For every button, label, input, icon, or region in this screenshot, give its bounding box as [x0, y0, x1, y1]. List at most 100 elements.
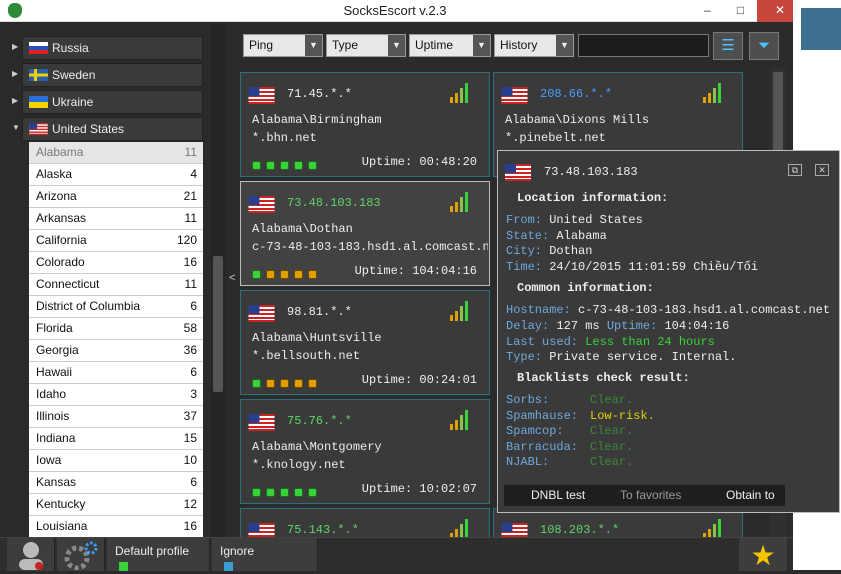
tree-scrollbar[interactable]	[211, 24, 225, 537]
state-item[interactable]: Arizona 21	[29, 186, 203, 208]
popup-ip[interactable]: 73.48.103.183	[544, 165, 638, 179]
state-name: Connecticut	[36, 277, 100, 291]
state-item[interactable]: Kentucky 12	[29, 494, 203, 516]
obtain-to-button[interactable]: Obtain to	[726, 485, 775, 506]
proxy-uptime: Uptime: 00:48:20	[361, 155, 477, 169]
status-indicator	[266, 270, 275, 279]
proxy-card[interactable]: 98.81.*.* Alabama\Huntsville *.bellsouth.n…	[240, 290, 490, 395]
status-indicator	[308, 379, 317, 388]
proxy-uptime: Uptime: 10:02:07	[361, 482, 477, 496]
location-header: Location information:	[517, 191, 669, 205]
expand-arrow-icon[interactable]: ▼	[12, 123, 20, 132]
state-name: Idaho	[36, 387, 67, 401]
proxy-location: Alabama\Dothan	[252, 222, 353, 236]
status-indicator	[252, 379, 261, 388]
state-item[interactable]: Georgia 36	[29, 340, 203, 362]
maximize-button[interactable]: □	[724, 0, 757, 22]
proxy-host: *.knology.net	[252, 458, 346, 472]
state-item[interactable]: Hawaii 6	[29, 362, 203, 384]
state-count: 16	[183, 519, 197, 533]
proxy-ip: 98.81.*.*	[287, 305, 352, 319]
list-view-button[interactable]: ☰	[713, 32, 743, 60]
type-filter-dropdown[interactable]: Type ▼	[326, 34, 406, 57]
blacklist-result: Clear.	[590, 455, 634, 469]
search-input[interactable]	[578, 34, 709, 57]
us-flag-icon	[248, 196, 275, 213]
country-item[interactable]: Sweden	[22, 63, 203, 87]
uptime-filter-dropdown[interactable]: Uptime ▼	[409, 34, 491, 57]
ping-filter-dropdown[interactable]: Ping ▼	[243, 34, 323, 57]
minimize-button[interactable]: –	[691, 0, 724, 22]
proxy-card[interactable]: 71.45.*.* Alabama\Birmingham *.bhn.net Upti…	[240, 72, 490, 177]
state-item[interactable]: Iowa 10	[29, 450, 203, 472]
country-item[interactable]: Ukraine	[22, 90, 203, 114]
filter-button[interactable]: ⏷	[749, 32, 779, 60]
state-item[interactable]: Indiana 15	[29, 428, 203, 450]
state-item[interactable]: Alaska 4	[29, 164, 203, 186]
to-favorites-button[interactable]: To favorites	[620, 485, 681, 506]
state-item[interactable]: Kansas 6	[29, 472, 203, 494]
status-indicator	[280, 379, 289, 388]
status-indicator	[280, 270, 289, 279]
state-item[interactable]: Colorado 16	[29, 252, 203, 274]
proxy-ip: 71.45.*.*	[287, 87, 352, 101]
dnbl-test-button[interactable]: DNBL test	[531, 485, 585, 506]
state-item[interactable]: Illinois 37	[29, 406, 203, 428]
status-indicator	[294, 270, 303, 279]
state-name: Kansas	[36, 475, 77, 489]
default-profile-section[interactable]: Default profile	[107, 538, 210, 571]
ignore-section[interactable]: Ignore	[212, 538, 318, 571]
state-name: Arizona	[36, 189, 77, 203]
expand-arrow-icon[interactable]: ▶	[12, 96, 18, 105]
close-icon[interactable]: ✕	[815, 164, 829, 176]
signal-strength-icon	[703, 519, 722, 537]
state-item[interactable]: California 120	[29, 230, 203, 252]
state-count: 10	[183, 453, 197, 467]
state-count: 12	[183, 497, 197, 511]
proxy-host: c-73-48-103-183.hsd1.al.comcast.net	[252, 240, 488, 254]
state-item[interactable]: Connecticut 11	[29, 274, 203, 296]
us-flag-icon	[248, 305, 275, 322]
us-flag-icon	[505, 164, 531, 181]
settings-gear-icon	[64, 541, 98, 570]
status-indicators	[252, 157, 322, 175]
favorites-star-button[interactable]: ★	[739, 538, 787, 571]
cards-scroll-thumb[interactable]	[773, 72, 783, 152]
blacklist-result: Clear.	[590, 424, 634, 438]
time-value: 24/10/2015 11:01:59 Chiều/Tối	[549, 260, 759, 274]
history-filter-dropdown[interactable]: History ▼	[494, 34, 574, 57]
state-item[interactable]: Florida 58	[29, 318, 203, 340]
status-indicator	[252, 270, 261, 279]
collapse-panel-arrow[interactable]: <	[229, 272, 235, 284]
country-item[interactable]: United States	[22, 117, 203, 141]
settings-button[interactable]	[57, 538, 105, 571]
state-item[interactable]: Arkansas 11	[29, 208, 203, 230]
us-flag-icon	[248, 523, 275, 537]
funnel-filter-icon: ⏷	[757, 37, 770, 54]
status-indicator	[280, 488, 289, 497]
panel-splitter[interactable]: <	[228, 22, 238, 537]
user-button[interactable]	[7, 538, 55, 571]
status-indicators	[252, 484, 322, 502]
state-count: 15	[183, 431, 197, 445]
proxy-card[interactable]: 73.48.103.183 Alabama\Dothan c-73-48-103-1…	[240, 181, 490, 286]
proxy-location: Alabama\Huntsville	[252, 331, 382, 345]
proxy-card[interactable]: 75.76.*.* Alabama\Montgomery *.knology.net…	[240, 399, 490, 504]
blacklist-result: Clear.	[590, 439, 634, 454]
state-count: 58	[183, 321, 197, 335]
proxy-ip: 108.203.*.*	[540, 523, 620, 537]
copy-icon[interactable]: ⧉	[788, 164, 802, 176]
country-item[interactable]: Russia	[22, 36, 203, 60]
state-item[interactable]: Idaho 3	[29, 384, 203, 406]
state-item[interactable]: Alabama 11	[29, 142, 203, 164]
blacklist-name: Spamhause:	[506, 408, 579, 423]
state-item[interactable]: Louisiana 16	[29, 516, 203, 538]
proxy-card[interactable]: 75.143.*.*	[240, 508, 490, 537]
blacklist-name: Barracuda:	[506, 439, 579, 454]
chevron-down-icon: ▼	[305, 35, 322, 56]
tree-scroll-thumb[interactable]	[213, 256, 223, 392]
expand-arrow-icon[interactable]: ▶	[12, 42, 18, 51]
uptime-filter-label: Uptime	[415, 38, 454, 52]
expand-arrow-icon[interactable]: ▶	[12, 69, 18, 78]
state-item[interactable]: District of Columbia 6	[29, 296, 203, 318]
